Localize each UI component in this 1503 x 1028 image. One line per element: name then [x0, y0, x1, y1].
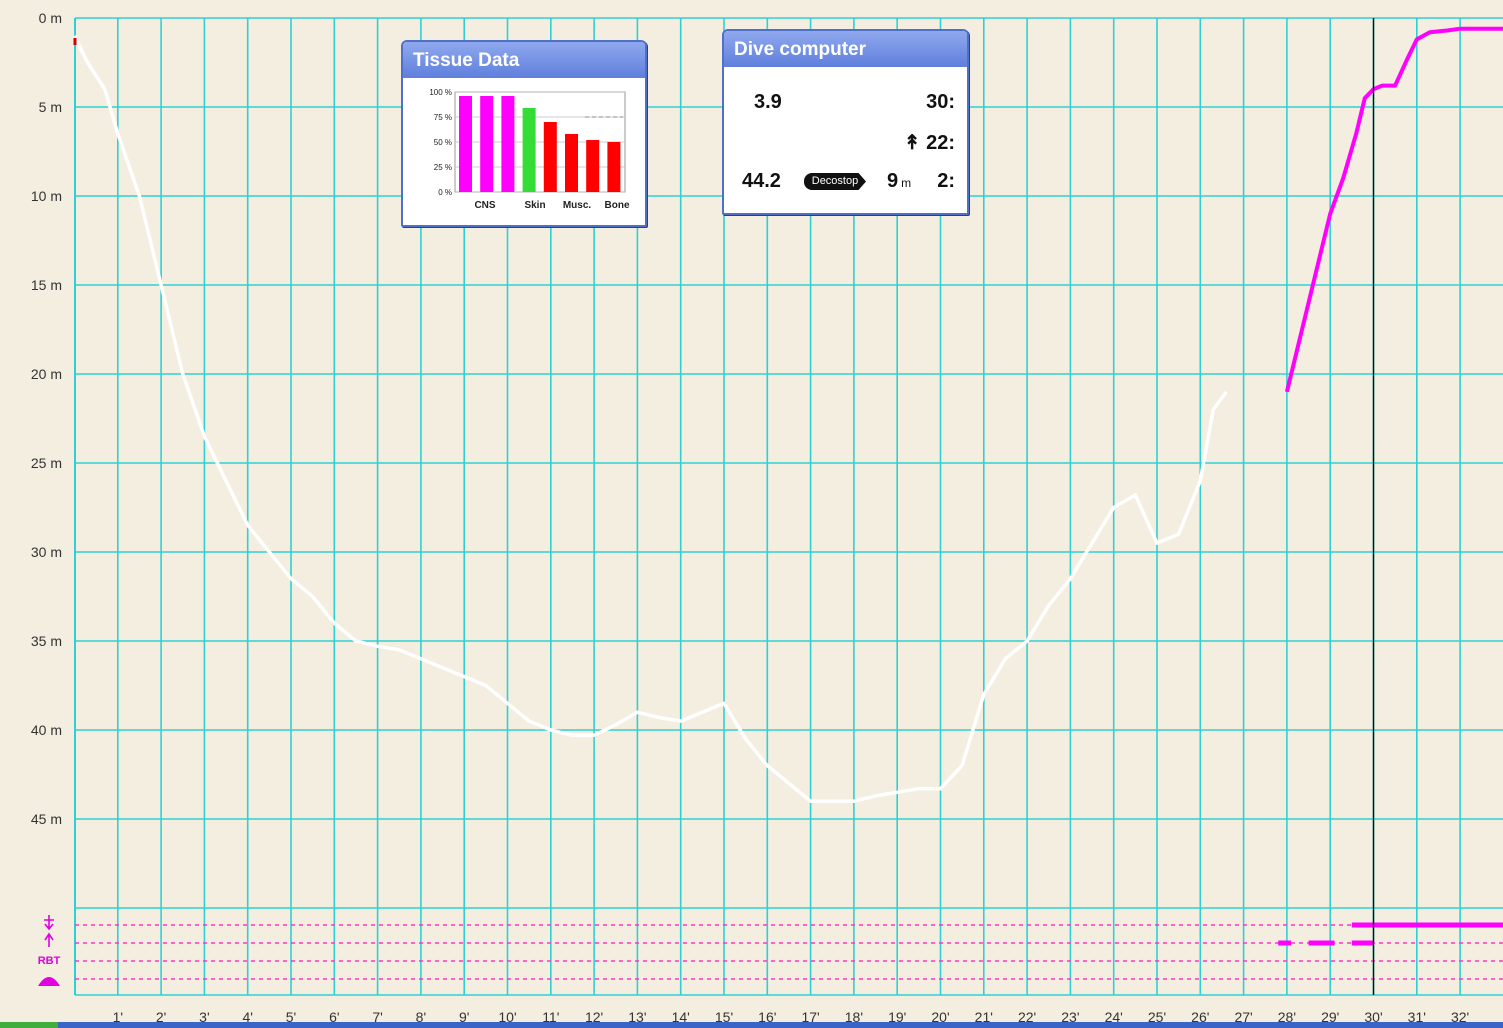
- tissue-bar: [565, 134, 578, 192]
- tissue-bar: [522, 108, 536, 192]
- dive-computer-title: Dive computer: [724, 31, 967, 67]
- y-tick-label: 40 m: [31, 722, 62, 738]
- bottom-strip-accent: [0, 1022, 58, 1028]
- deco-time: 2:: [937, 170, 955, 192]
- tissue-y-label: 25 %: [434, 163, 452, 172]
- y-tick-label: 25 m: [31, 455, 62, 471]
- tissue-bar: [501, 96, 515, 192]
- ascent-time: ↟ 22:: [903, 132, 955, 154]
- y-tick-label: 30 m: [31, 544, 62, 560]
- tissue-x-label: Musc.: [563, 200, 592, 211]
- tissue-bar: [586, 140, 600, 192]
- deco-depth: 9m: [887, 170, 912, 192]
- tissue-bar-chart: 100 % 75 % 50 % 25 % 0 % CNS Skin Musc. Bone: [429, 88, 630, 211]
- y-tick-label: 20 m: [31, 366, 62, 382]
- ascent-arrow-icon: [44, 932, 54, 947]
- tissue-bar: [543, 122, 557, 192]
- tissue-bar: [459, 96, 472, 192]
- tissue-y-label: 75 %: [434, 113, 452, 122]
- bottom-strip: [0, 1022, 1503, 1028]
- y-tick-label: 35 m: [31, 633, 62, 649]
- lungs-icon: [38, 977, 60, 986]
- tissue-x-label: CNS: [474, 200, 495, 211]
- tissue-data-title: Tissue Data: [403, 42, 645, 78]
- max-depth: 44.2: [742, 170, 781, 192]
- tissue-y-label: 50 %: [434, 138, 452, 147]
- tissue-x-label: Skin: [524, 200, 545, 211]
- dive-computer-panel[interactable]: Dive computer 3.9 30: ↟ 22: 44.2 Decosto…: [722, 29, 969, 215]
- dive-time: 30:: [926, 91, 955, 113]
- depth-profile-ascent-line: [1284, 26, 1503, 393]
- tissue-y-label: 100 %: [429, 88, 452, 97]
- y-tick-label: 0 m: [39, 10, 62, 26]
- descent-arrow-icon: [44, 915, 54, 931]
- tissue-x-label: Bone: [605, 200, 630, 211]
- y-tick-label: 45 m: [31, 811, 62, 827]
- y-tick-label: 5 m: [39, 99, 62, 115]
- tissue-bar: [480, 96, 494, 192]
- y-tick-label: 10 m: [31, 188, 62, 204]
- y-tick-label: 15 m: [31, 277, 62, 293]
- current-depth: 3.9: [754, 91, 782, 113]
- rbt-label: RBT: [38, 955, 61, 967]
- tissue-y-label: 0 %: [438, 188, 452, 197]
- decostop-badge: Decostop: [804, 173, 866, 190]
- tissue-bar: [607, 142, 621, 192]
- tissue-data-panel[interactable]: Tissue Data 100 % 75 % 50 % 25 % 0 % CNS Skin M…: [401, 40, 647, 227]
